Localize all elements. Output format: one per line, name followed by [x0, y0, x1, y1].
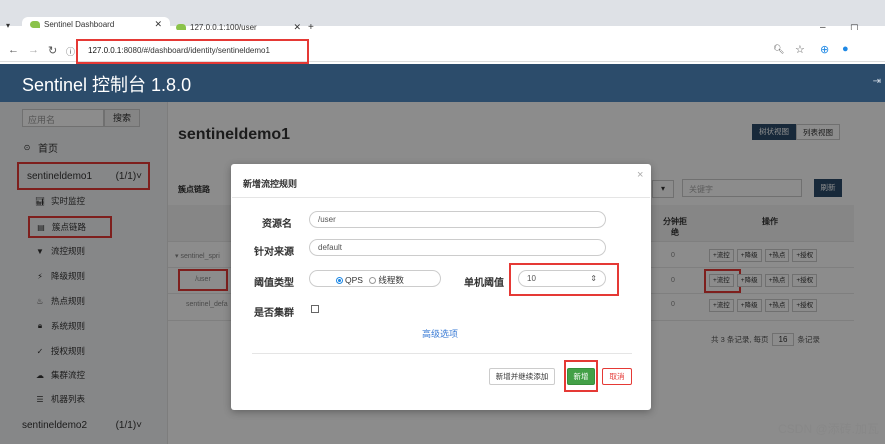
url-highlight-box [76, 39, 309, 64]
qps-radio[interactable]: QPS [336, 275, 363, 285]
cluster-label: 是否集群 [254, 308, 294, 319]
info-icon[interactable]: ⓘ [66, 45, 75, 58]
logout-icon[interactable]: ⇥ [873, 76, 881, 87]
zoom-icon[interactable]: 🔍︎ [773, 44, 784, 55]
dialog-divider [232, 197, 650, 198]
watermark: CSDN @添砖.加瓦 [778, 422, 879, 436]
close-icon[interactable]: ✕ [154, 19, 162, 30]
origin-input[interactable]: default [309, 239, 606, 256]
app-title: Sentinel 控制台 1.8.0 [22, 75, 192, 95]
leaf-icon [30, 20, 40, 28]
threads-radio[interactable]: 线程数 [369, 275, 404, 285]
dialog-divider [252, 353, 632, 354]
radio-checked-icon [336, 277, 343, 284]
back-icon[interactable]: ← [8, 44, 19, 56]
threshold-type-radio-group: QPS 线程数 [309, 270, 441, 287]
qps-radio-label: QPS [345, 275, 363, 285]
highlight-threshold [509, 263, 619, 296]
reload-icon[interactable]: ↻ [48, 44, 57, 57]
origin-label: 针对来源 [254, 247, 294, 258]
add-and-continue-button[interactable]: 新增并继续添加 [489, 368, 555, 385]
threshold-label: 单机阈值 [464, 278, 504, 289]
close-icon[interactable]: × [637, 169, 643, 181]
threads-radio-label: 线程数 [378, 275, 404, 285]
forward-icon[interactable]: → [28, 44, 39, 56]
highlight-add-button [564, 360, 598, 392]
cluster-checkbox[interactable] [311, 305, 319, 313]
resource-input[interactable]: /user [309, 211, 606, 228]
chevron-down-icon: ▾ [6, 20, 11, 30]
tab-sentinel-dashboard[interactable]: Sentinel Dashboard ✕ [22, 17, 170, 31]
tab-label: Sentinel Dashboard [44, 19, 115, 29]
threshold-type-label: 阈值类型 [254, 278, 294, 289]
radio-unchecked-icon [369, 277, 377, 284]
star-icon[interactable]: ☆ [795, 43, 805, 56]
cancel-button[interactable]: 取消 [602, 368, 632, 385]
advanced-options-link[interactable]: 高级选项 [422, 327, 458, 340]
profile-icon[interactable]: ● [842, 43, 849, 55]
download-icon[interactable]: ⊕ [820, 43, 829, 56]
dialog-title: 新增流控规则 [243, 179, 298, 189]
resource-label: 资源名 [262, 219, 292, 230]
